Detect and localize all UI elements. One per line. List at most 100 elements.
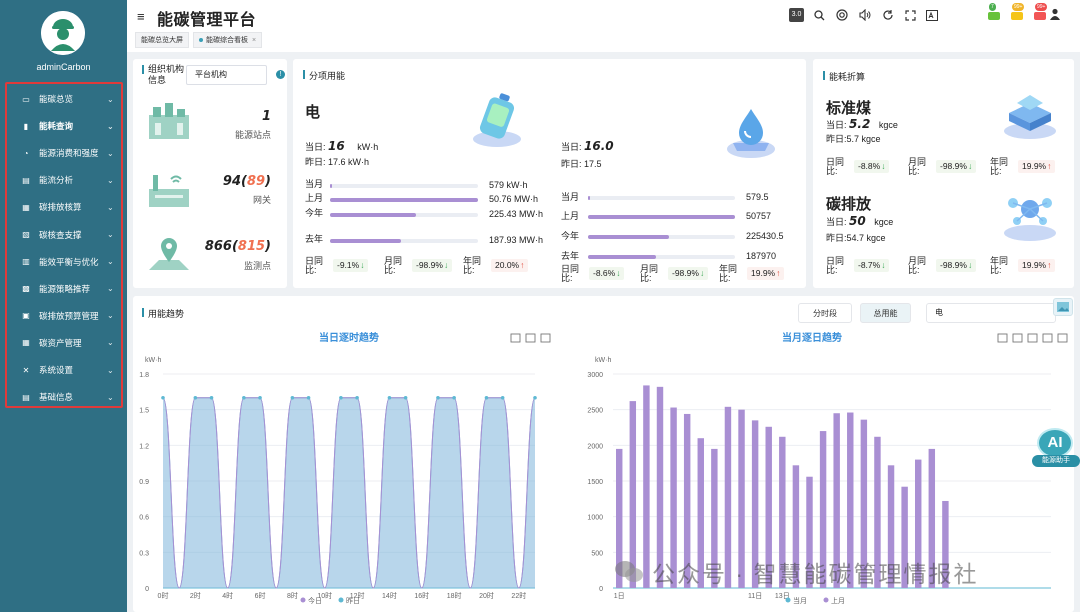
data-point[interactable] <box>403 395 408 400</box>
avatar[interactable] <box>41 11 85 55</box>
legend-label[interactable]: 当月 <box>793 596 807 605</box>
sidebar-item[interactable]: ▥ 能效平衡与优化 ⌄ <box>11 250 119 274</box>
energy-type-select[interactable]: 电 <box>926 303 1056 323</box>
data-point[interactable] <box>387 395 392 400</box>
zoom-reset-icon[interactable] <box>525 333 536 343</box>
total-energy-button[interactable]: 总用能 <box>860 303 911 323</box>
search-icon[interactable] <box>812 8 826 22</box>
y-tick-label: 1500 <box>587 479 603 486</box>
chevron-down-icon: ⌄ <box>107 121 114 131</box>
data-point[interactable] <box>161 395 165 400</box>
wechat-logo-icon <box>615 561 643 582</box>
data-point[interactable] <box>436 395 440 400</box>
info-icon[interactable]: ! <box>276 70 285 79</box>
y-tick-label: 1.8 <box>139 372 149 379</box>
sidebar-item[interactable]: ◔ 能源消费和强度 ⌄ <box>11 141 119 165</box>
sidebar-item[interactable]: ▣ 碳排放预算管理 ⌄ <box>11 304 119 328</box>
compare-value: -98.9% <box>416 260 443 270</box>
sidebar-item[interactable]: ✕ 系统设置 ⌄ <box>11 358 119 382</box>
compare-label: 月同比: <box>908 256 927 275</box>
sidebar-item[interactable]: ▮ 能耗查询 ⌄ <box>11 114 119 138</box>
legend-marker[interactable] <box>785 597 791 603</box>
data-point[interactable] <box>209 395 214 400</box>
progress-bar <box>330 184 478 188</box>
ai-assistant-button[interactable]: AI 能源助手 <box>1032 428 1080 468</box>
version-button[interactable]: 3.0 <box>789 8 804 22</box>
period-button[interactable]: 分时段 <box>798 303 852 323</box>
notice-icon[interactable] <box>988 12 1000 20</box>
x-tick-label: 4时 <box>222 591 233 600</box>
carbon-today-label: 当日: <box>826 217 847 227</box>
volume-icon[interactable] <box>858 8 872 22</box>
tab-overview-screen[interactable]: 能碳总览大屏 <box>135 32 189 48</box>
help-ring-icon[interactable] <box>835 8 849 22</box>
chevron-down-icon: ⌄ <box>107 202 114 212</box>
line-mode-icon[interactable] <box>1012 333 1023 343</box>
sidebar-item[interactable]: ▤ 基础信息 ⌄ <box>11 385 119 409</box>
progress-row-label: 当月 <box>561 192 580 202</box>
refresh-icon[interactable] <box>881 8 895 22</box>
fullscreen-icon[interactable] <box>903 8 917 22</box>
arrow-up-icon: ↑ <box>520 260 525 270</box>
data-point[interactable] <box>242 395 246 400</box>
legend-label[interactable]: 今日 <box>308 596 322 605</box>
tab-label: 能碳综合看板 <box>206 37 248 44</box>
hamburger-menu-icon[interactable]: ≡ <box>137 9 145 24</box>
progress-row-value: 579.5 <box>746 192 769 202</box>
calc-icon: ▦ <box>22 202 30 212</box>
data-point[interactable] <box>452 395 456 400</box>
warning-icon[interactable] <box>1011 12 1023 20</box>
bar-mode-icon[interactable] <box>997 333 1008 343</box>
progress-bar-fill <box>330 239 402 243</box>
chevron-down-icon: ⌄ <box>107 148 114 158</box>
compare-value: -8.7% <box>858 260 881 270</box>
gateway-count: 94(89) <box>222 174 271 189</box>
data-point[interactable] <box>258 395 262 400</box>
data-point[interactable] <box>533 395 537 400</box>
legend-marker[interactable] <box>823 597 829 603</box>
data-point[interactable] <box>339 395 343 400</box>
left-today-label: 当日: <box>305 142 326 152</box>
legend-label[interactable]: 上月 <box>831 596 845 605</box>
image-export-icon[interactable] <box>1053 298 1073 316</box>
compare-value: -9.1% <box>337 260 360 270</box>
x-tick-label: 1日 <box>614 592 625 600</box>
zoom-select-icon[interactable] <box>510 333 521 343</box>
sidebar-item[interactable]: ▦ 碳排放核算 ⌄ <box>11 195 119 219</box>
org-select[interactable]: 平台机构 <box>186 65 267 85</box>
split-energy-card: 分项用能 电 当日: 16 kW·h 昨日: 17.6 kW·h 当月 579 k… <box>293 59 806 288</box>
data-point[interactable] <box>193 395 198 400</box>
download-icon[interactable] <box>540 333 551 343</box>
data-point[interactable] <box>290 395 295 400</box>
progress-bar <box>588 215 735 219</box>
compare-chip: -9.1%↓ <box>333 259 369 272</box>
user-icon[interactable] <box>1048 7 1062 21</box>
arrow-up-icon: ↑ <box>776 268 781 278</box>
legend-label[interactable]: 昨日 <box>346 596 360 605</box>
sidebar-item[interactable]: ▦ 碳资产管理 ⌄ <box>11 331 119 355</box>
data-point[interactable] <box>484 395 489 400</box>
zoom-select-icon[interactable] <box>1027 333 1038 343</box>
arrow-up-icon: ↑ <box>1047 161 1052 171</box>
right-today: 当日: 16.0 <box>561 139 614 153</box>
tab-close-icon[interactable]: × <box>252 37 256 44</box>
font-size-icon[interactable] <box>925 8 939 22</box>
sidebar-item[interactable]: ▧ 碳核查支撑 ⌄ <box>11 223 119 247</box>
legend-marker[interactable] <box>300 597 306 603</box>
battery-illustration-icon <box>473 93 521 147</box>
legend-marker[interactable] <box>338 597 344 603</box>
carbon-yesterday: 昨日:54.7 kgce <box>826 233 886 243</box>
tab-dashboard[interactable]: 能碳综合看板 × <box>193 32 263 48</box>
alarm-icon[interactable] <box>1034 12 1046 20</box>
chevron-down-icon: ⌄ <box>107 311 114 321</box>
data-point[interactable] <box>355 395 359 400</box>
data-point[interactable] <box>500 395 505 400</box>
sidebar-item[interactable]: ▭ 能碳总览 ⌄ <box>11 87 119 111</box>
data-point[interactable] <box>306 395 311 400</box>
zoom-reset-icon[interactable] <box>1042 333 1053 343</box>
download-icon[interactable] <box>1057 333 1068 343</box>
sidebar-item-label: 基础信息 <box>39 392 74 403</box>
sidebar-item[interactable]: ▤ 能流分析 ⌄ <box>11 168 119 192</box>
sidebar-item[interactable]: ▩ 能源策略推荐 ⌄ <box>11 277 119 301</box>
compare-chip: -98.9%↓ <box>412 259 453 272</box>
